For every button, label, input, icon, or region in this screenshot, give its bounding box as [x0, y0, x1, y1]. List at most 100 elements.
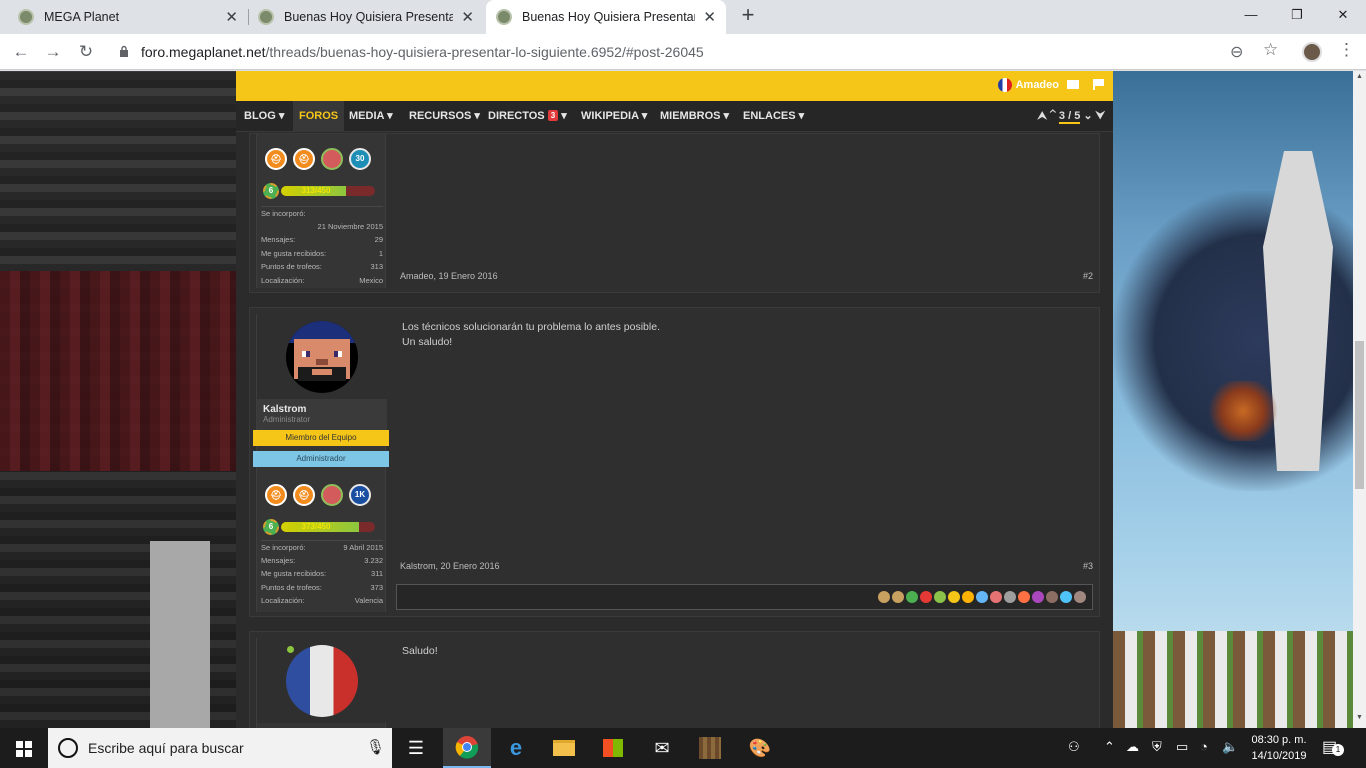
- user-menu[interactable]: Amadeo: [997, 78, 1059, 92]
- scroll-up-icon[interactable]: ▲: [1353, 73, 1366, 85]
- reaction-icon[interactable]: [962, 591, 974, 603]
- reaction-icon[interactable]: [906, 591, 918, 603]
- flag-icon[interactable]: [1093, 79, 1105, 90]
- task-view-icon[interactable]: ☰: [392, 728, 440, 768]
- background-left: [0, 71, 236, 728]
- background-detail: [1113, 631, 1353, 728]
- profile-avatar[interactable]: [1302, 42, 1322, 62]
- microphone-icon[interactable]: 🎙: [366, 738, 385, 756]
- reaction-icon[interactable]: [1004, 591, 1016, 603]
- forward-button[interactable]: →: [42, 41, 64, 63]
- browser-menu-icon[interactable]: ⋮: [1338, 40, 1355, 60]
- post-permalink[interactable]: #2: [1083, 271, 1093, 281]
- minecraft-icon[interactable]: [686, 728, 734, 768]
- stat-label: Se incorporó:: [261, 209, 306, 218]
- nav-recursos[interactable]: RECURSOS ▾: [409, 101, 480, 132]
- start-button[interactable]: [0, 728, 48, 768]
- user-name-block: Kalstrom Administrator: [257, 399, 387, 431]
- trophy-icon[interactable]: 1K: [349, 484, 371, 506]
- reaction-icon[interactable]: [1032, 591, 1044, 603]
- trophy-icon[interactable]: [321, 148, 343, 170]
- chrome-icon[interactable]: [443, 728, 491, 768]
- scroll-down-icon[interactable]: ▼: [1353, 714, 1366, 726]
- reload-button[interactable]: ↻: [75, 41, 97, 63]
- avatar[interactable]: [257, 314, 387, 399]
- url-path: /threads/buenas-hoy-quisiera-presentar-l…: [265, 44, 704, 60]
- volume-icon[interactable]: 🔈: [1222, 739, 1238, 755]
- reaction-icon[interactable]: [1074, 591, 1086, 603]
- reaction-icon[interactable]: [1018, 591, 1030, 603]
- security-icon[interactable]: ⛨: [1152, 739, 1162, 755]
- stat-label: Se incorporó:: [261, 543, 306, 552]
- paint-icon[interactable]: 🎨: [736, 728, 784, 768]
- zoom-icon[interactable]: ⊖: [1230, 42, 1243, 62]
- tab-close-icon[interactable]: ✕: [461, 8, 474, 26]
- tab-thread-1[interactable]: Buenas Hoy Quisiera Presentar Lo ✕: [248, 0, 484, 34]
- trophy-icon[interactable]: 30: [349, 148, 371, 170]
- mail-icon[interactable]: ✉: [638, 728, 686, 768]
- post-username[interactable]: Kalstrom: [263, 404, 381, 415]
- chevron-down-icon: ▾: [558, 110, 567, 122]
- page-navigator[interactable]: ⮝ ⌃ 3 / 5 ⌄ ⮟: [1037, 101, 1105, 132]
- tab-thread-active[interactable]: Buenas Hoy Quisiera Presentar Lo ✕: [486, 0, 726, 34]
- nav-media[interactable]: MEDIA ▾: [349, 101, 393, 132]
- reaction-icon[interactable]: [990, 591, 1002, 603]
- address-bar[interactable]: foro.megaplanet.net/threads/buenas-hoy-q…: [141, 44, 704, 60]
- level-bar: 6 313/450: [263, 183, 383, 199]
- page-up-icon[interactable]: ⮝ ⌃: [1037, 110, 1055, 122]
- clock-time: 08:30 p. m.: [1251, 734, 1307, 746]
- reaction-icon[interactable]: [892, 591, 904, 603]
- bookmark-star-icon[interactable]: ☆: [1263, 40, 1278, 60]
- nav-miembros[interactable]: MIEMBROS ▾: [660, 101, 729, 132]
- tray-chevron-icon[interactable]: ⌃: [1104, 739, 1115, 755]
- battery-icon[interactable]: ▭: [1176, 739, 1188, 755]
- reaction-icon[interactable]: [976, 591, 988, 603]
- post-author-date[interactable]: Amadeo, 19 Enero 2016: [400, 271, 498, 281]
- page-down-icon[interactable]: ⌄ ⮟: [1083, 110, 1105, 122]
- notification-center-icon[interactable]: ▤ 1: [1322, 737, 1344, 757]
- nav-blog[interactable]: BLOG ▾: [244, 101, 284, 132]
- page-scrollbar[interactable]: ▲ ▼: [1353, 71, 1366, 728]
- tab-close-icon[interactable]: ✕: [703, 8, 716, 26]
- avatar[interactable]: [257, 638, 387, 723]
- message-line: Saludo!: [402, 645, 438, 657]
- nav-foros[interactable]: FOROS: [293, 101, 345, 132]
- minimize-button[interactable]: —: [1228, 0, 1274, 30]
- reaction-icon[interactable]: [1060, 591, 1072, 603]
- trophy-icon[interactable]: ⛑: [293, 148, 315, 170]
- onedrive-icon[interactable]: ☁: [1126, 739, 1139, 755]
- wifi-icon[interactable]: ◔: [1200, 739, 1208, 754]
- stat-row: 21 Noviembre 2015: [261, 220, 383, 234]
- trophy-icon[interactable]: [321, 484, 343, 506]
- nav-enlaces[interactable]: ENLACES ▾: [743, 101, 804, 132]
- edge-icon[interactable]: e: [492, 728, 540, 768]
- trophy-icon[interactable]: ⛑: [293, 484, 315, 506]
- store-icon[interactable]: [589, 728, 637, 768]
- post-permalink[interactable]: #3: [1083, 561, 1093, 571]
- nav-wikipedia[interactable]: WIKIPEDIA ▾: [581, 101, 647, 132]
- system-clock[interactable]: 08:30 p. m. 14/10/2019: [1248, 732, 1310, 764]
- reaction-icon[interactable]: [934, 591, 946, 603]
- post-author-date[interactable]: Kalstrom, 20 Enero 2016: [400, 561, 500, 571]
- tab-close-icon[interactable]: ✕: [225, 8, 238, 26]
- close-window-button[interactable]: ✕: [1320, 0, 1366, 30]
- stat-row: Puntos de trofeos: 373: [261, 581, 383, 595]
- trophy-icon[interactable]: ⛑: [265, 484, 287, 506]
- tab-mega-planet[interactable]: MEGA Planet ✕: [8, 0, 248, 34]
- taskbar-search[interactable]: Escribe aquí para buscar 🎙: [48, 728, 392, 768]
- maximize-button[interactable]: ❐: [1274, 0, 1320, 30]
- reaction-icon[interactable]: [920, 591, 932, 603]
- back-button[interactable]: ←: [10, 41, 32, 63]
- trophy-icon[interactable]: ⛑: [265, 148, 287, 170]
- stat-label: Localización:: [261, 275, 305, 285]
- scrollbar-thumb[interactable]: [1355, 341, 1364, 489]
- file-explorer-icon[interactable]: [540, 728, 588, 768]
- reaction-icon[interactable]: [878, 591, 890, 603]
- people-icon[interactable]: ⚇: [1068, 739, 1080, 755]
- new-tab-button[interactable]: +: [737, 4, 759, 27]
- nav-directos[interactable]: DIRECTOS 3 ▾: [488, 101, 567, 132]
- reaction-icon[interactable]: [1046, 591, 1058, 603]
- mail-icon[interactable]: [1067, 80, 1079, 89]
- url-host: foro.megaplanet.net: [141, 44, 266, 60]
- reaction-icon[interactable]: [948, 591, 960, 603]
